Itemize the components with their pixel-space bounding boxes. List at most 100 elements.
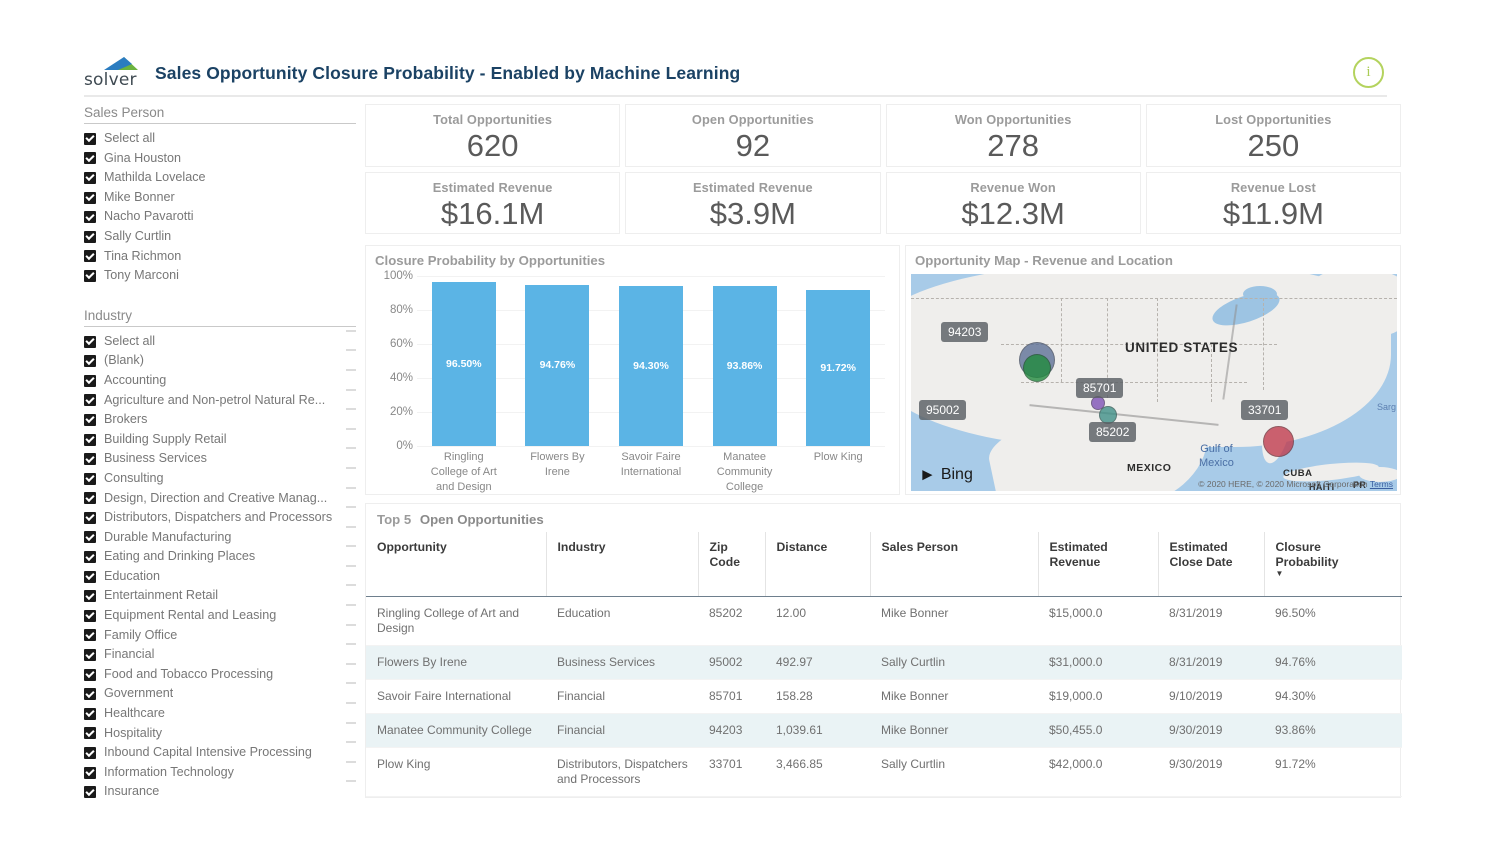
industry-filter-item[interactable]: Business Services	[84, 449, 356, 469]
checkbox-checked-icon[interactable]	[84, 472, 96, 485]
industry-filter-item[interactable]: Accounting	[84, 371, 356, 391]
checkbox-checked-icon[interactable]	[84, 230, 96, 243]
checkbox-checked-icon[interactable]	[84, 433, 96, 446]
checkbox-checked-icon[interactable]	[84, 747, 96, 760]
map-terms-link[interactable]: Terms	[1370, 479, 1393, 489]
industry-filter-item[interactable]: Design, Direction and Creative Manag...	[84, 489, 356, 509]
table-row[interactable]: Flowers By Irene Business Services 95002 49…	[366, 645, 1402, 680]
chart-bar[interactable]: 94.76%	[525, 284, 590, 446]
industry-filter-item[interactable]: Hospitality	[84, 724, 356, 744]
checkbox-checked-icon[interactable]	[84, 211, 96, 224]
sales-person-filter-item[interactable]: Nacho Pavarotti	[84, 207, 356, 227]
sales-person-filter-item[interactable]: Mike Bonner	[84, 188, 356, 208]
industry-filter-item[interactable]: Select all	[84, 332, 356, 352]
industry-filter-list[interactable]: Select all (Blank) Accounting Agriculture a…	[84, 332, 356, 802]
map-bubble-green[interactable]	[1023, 354, 1051, 382]
industry-filter-item[interactable]: Information Technology	[84, 763, 356, 783]
checkbox-checked-icon[interactable]	[84, 335, 96, 348]
industry-filter-item[interactable]: Consulting	[84, 469, 356, 489]
map-canvas[interactable]: UNITED STATES MEXICO CUBA HAITI PR Gulf …	[911, 274, 1397, 491]
industry-filter-item[interactable]: Education	[84, 567, 356, 587]
checkbox-checked-icon[interactable]	[84, 152, 96, 165]
checkbox-checked-icon[interactable]	[84, 413, 96, 426]
checkbox-checked-icon[interactable]	[84, 394, 96, 407]
industry-filter-item[interactable]: Entertainment Retail	[84, 586, 356, 606]
table-column-header[interactable]: Estimated Revenue	[1038, 532, 1159, 597]
table-column-header[interactable]: Distance	[765, 532, 871, 597]
sales-person-filter-item[interactable]: Mathilda Lovelace	[84, 168, 356, 188]
map-pin-label[interactable]: 95002	[919, 400, 967, 420]
table-row[interactable]: Savoir Faire International Financial 85701…	[366, 679, 1402, 714]
industry-filter-item[interactable]: (Blank)	[84, 351, 356, 371]
industry-filter-item-label: Healthcare	[104, 706, 165, 721]
industry-filter-item[interactable]: Insurance	[84, 782, 356, 802]
map-pin-label[interactable]: 94203	[941, 322, 989, 342]
bing-logo-icon[interactable]: ► Bing	[919, 465, 973, 485]
sales-person-filter-item[interactable]: Select all	[84, 129, 356, 149]
industry-filter-item[interactable]: Durable Manufacturing	[84, 528, 356, 548]
table-row[interactable]: Ringling College of Art and Design Educat…	[366, 596, 1402, 646]
industry-filter-item[interactable]: Food and Tobacco Processing	[84, 665, 356, 685]
table-column-header[interactable]: Sales Person	[870, 532, 1039, 597]
checkbox-checked-icon[interactable]	[84, 374, 96, 387]
chart-bar[interactable]: 94.30%	[618, 285, 683, 446]
checkbox-checked-icon[interactable]	[84, 707, 96, 720]
checkbox-checked-icon[interactable]	[84, 191, 96, 204]
industry-filter-item[interactable]: Eating and Drinking Places	[84, 547, 356, 567]
sales-person-filter-item[interactable]: Sally Curtlin	[84, 227, 356, 247]
industry-filter-item[interactable]: Inbound Capital Intensive Processing	[84, 743, 356, 763]
sales-person-filter-list[interactable]: Select all Gina Houston Mathilda Lovelace M…	[84, 129, 356, 286]
checkbox-checked-icon[interactable]	[84, 171, 96, 184]
sales-person-filter-item[interactable]: Tony Marconi	[84, 266, 356, 286]
map-pin-label[interactable]: 85202	[1089, 422, 1137, 442]
checkbox-checked-icon[interactable]	[84, 668, 96, 681]
industry-filter-scrollbar[interactable]	[346, 329, 356, 800]
checkbox-checked-icon[interactable]	[84, 551, 96, 564]
industry-filter-item[interactable]: Brokers	[84, 410, 356, 430]
sort-descending-icon[interactable]: ▼	[1276, 570, 1393, 578]
checkbox-checked-icon[interactable]	[84, 590, 96, 603]
checkbox-checked-icon[interactable]	[84, 250, 96, 263]
checkbox-checked-icon[interactable]	[84, 492, 96, 505]
checkbox-checked-icon[interactable]	[84, 269, 96, 282]
sales-person-filter-item[interactable]: Tina Richmon	[84, 247, 356, 267]
checkbox-checked-icon[interactable]	[84, 727, 96, 740]
industry-filter-item[interactable]: Building Supply Retail	[84, 430, 356, 450]
table-row[interactable]: Manatee Community College Financial 94203 1…	[366, 713, 1402, 748]
chart-bar[interactable]: 93.86%	[712, 286, 777, 446]
map-pin-label[interactable]: 33701	[1241, 400, 1289, 420]
table-column-header[interactable]: Closure Probability ▼	[1264, 532, 1402, 597]
checkbox-checked-icon[interactable]	[84, 570, 96, 583]
industry-filter-item[interactable]: Government	[84, 684, 356, 704]
checkbox-checked-icon[interactable]	[84, 511, 96, 524]
table-column-header[interactable]: Opportunity	[366, 532, 547, 597]
checkbox-checked-icon[interactable]	[84, 766, 96, 779]
checkbox-checked-icon[interactable]	[84, 453, 96, 466]
chart-bars[interactable]: 96.50% 94.76% 94.30% 93.86% 91.72%	[417, 276, 885, 446]
chart-plot-area[interactable]: 100% 80% 60% 40% 20% 0% 96.50% 94.76% 94.30% 93.…	[375, 270, 891, 493]
industry-filter-item[interactable]: Equipment Rental and Leasing	[84, 606, 356, 626]
table-column-header[interactable]: Zip Code	[698, 532, 766, 597]
table-row[interactable]: Plow King Distributors, Dispatchers and P…	[366, 747, 1402, 797]
map-bubble-red[interactable]	[1263, 426, 1294, 457]
checkbox-checked-icon[interactable]	[84, 132, 96, 145]
checkbox-checked-icon[interactable]	[84, 609, 96, 622]
map-pin-label[interactable]: 85701	[1076, 378, 1124, 398]
checkbox-checked-icon[interactable]	[84, 629, 96, 642]
table-column-header[interactable]: Industry	[546, 532, 699, 597]
industry-filter-item[interactable]: Healthcare	[84, 704, 356, 724]
industry-filter-item[interactable]: Family Office	[84, 626, 356, 646]
checkbox-checked-icon[interactable]	[84, 355, 96, 368]
checkbox-checked-icon[interactable]	[84, 688, 96, 701]
chart-bar[interactable]: 91.72%	[806, 290, 871, 446]
industry-filter-item[interactable]: Distributors, Dispatchers and Processors	[84, 508, 356, 528]
checkbox-checked-icon[interactable]	[84, 786, 96, 799]
info-icon[interactable]: i	[1353, 57, 1384, 88]
industry-filter-item[interactable]: Financial	[84, 645, 356, 665]
table-column-header[interactable]: Estimated Close Date	[1158, 532, 1265, 597]
sales-person-filter-item[interactable]: Gina Houston	[84, 149, 356, 169]
industry-filter-item[interactable]: Agriculture and Non-petrol Natural Re...	[84, 391, 356, 411]
checkbox-checked-icon[interactable]	[84, 649, 96, 662]
checkbox-checked-icon[interactable]	[84, 531, 96, 544]
chart-bar[interactable]: 96.50%	[431, 281, 496, 446]
